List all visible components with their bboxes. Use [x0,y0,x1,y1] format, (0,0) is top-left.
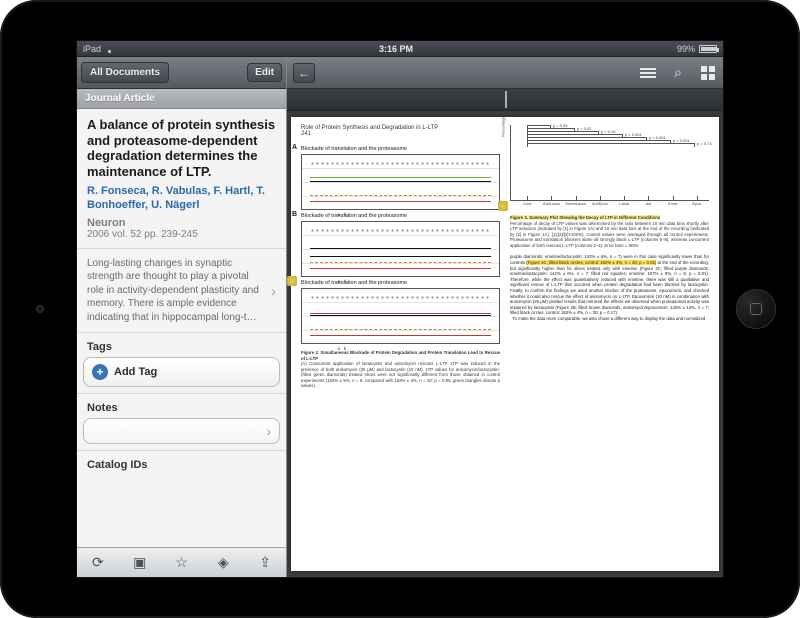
notes-field[interactable]: › [83,418,280,444]
add-tag-label: Add Tag [114,366,157,378]
side-panel-toolbar: All Documents Edit [77,57,286,89]
battery-percent: 99% [677,44,695,54]
app: All Documents Edit Journal Article A bal… [77,57,723,577]
star-icon[interactable]: ☆ [172,554,190,572]
all-documents-button[interactable]: All Documents [81,62,169,83]
panel-label: A [292,144,297,151]
body-text: purple diamonds; emetine/lactacystin: 14… [510,254,709,321]
refresh-icon[interactable]: ⟳ [89,554,107,572]
annotation-icon[interactable] [287,276,297,286]
page-left-column: Role of Protein Synthesis and Degradatio… [301,125,500,567]
edit-button[interactable]: Edit [247,63,282,82]
page-area[interactable]: Role of Protein Synthesis and Degradatio… [287,111,723,577]
side-panel: All Documents Edit Journal Article A bal… [77,57,287,577]
annotation-icon[interactable] [498,201,508,211]
tags-label: Tags [77,333,286,357]
panel-title: Blockade of translation and the proteaso… [301,213,500,219]
panel-title: Blockade of translation and the proteaso… [301,146,500,152]
viewer-toolbar: ← ⌕ [287,57,723,89]
pdf-page: Role of Protein Synthesis and Degradatio… [291,117,719,571]
chevron-right-icon: › [266,423,271,439]
back-button[interactable]: ← [293,63,315,83]
battery-icon [699,45,717,53]
figure-3-barchart: Percentage decay of LTP values p = 0.93p… [510,125,709,201]
tag-icon[interactable]: ◈ [214,554,232,572]
share-icon[interactable]: ⇪ [256,554,274,572]
figure-3-caption: Figure 3. Summary Plot Showing the Decay… [510,215,709,248]
highlighted-text: (Figure 2C, filled black circles; contro… [526,260,656,265]
grid-icon[interactable] [699,66,717,80]
timecourse-plot: a b [301,288,500,344]
figure-2-caption: Figure 2. Simultaneous Blockade of Prote… [301,350,500,389]
wifi-icon [105,45,115,53]
timecourse-plot: a b [301,221,500,277]
article-authors[interactable]: R. Fonseca, R. Vabulas, F. Hartl, T. Bon… [87,185,276,213]
notes-label: Notes [77,394,286,418]
screen: iPad 3:16 PM 99% All Documents Edit Jour… [76,40,724,578]
item-type-label: Journal Article [77,89,286,109]
article-journal: Neuron [87,217,276,229]
abstract-row[interactable]: Long-lasting changes in synaptic strengt… [77,249,286,334]
list-icon[interactable] [639,66,657,80]
folder-icon[interactable]: ▣ [131,554,149,572]
abstract-text: Long-lasting changes in synaptic strengt… [87,257,267,325]
page-right-column: Percentage decay of LTP values p = 0.93p… [510,125,709,567]
side-panel-bottom-toolbar: ⟳ ▣ ☆ ◈ ⇪ [77,547,286,577]
plus-icon: + [92,364,108,380]
panel-title: Blockade of translation and the proteaso… [301,280,500,286]
add-tag-button[interactable]: + Add Tag [83,357,280,387]
panel-label: B [292,211,297,218]
front-camera [36,305,44,313]
clock: 3:16 PM [115,44,677,54]
status-bar: iPad 3:16 PM 99% [77,41,723,57]
search-icon[interactable]: ⌕ [669,66,687,80]
article-title: A balance of protein synthesis and prote… [87,117,276,179]
device-label: iPad [83,44,101,54]
article-volume: 2006 vol. 52 pp. 239-245 [87,229,276,240]
home-button[interactable] [736,289,776,329]
ipad-frame: iPad 3:16 PM 99% All Documents Edit Jour… [0,0,800,618]
page-thumbnails[interactable] [287,89,723,111]
pdf-viewer: ← ⌕ Role of Protein Synthesis and Degrad… [287,57,723,577]
timecourse-plot: a b [301,154,500,210]
catalog-ids-label: Catalog IDs [77,451,286,475]
chevron-right-icon: › [271,283,276,299]
article-meta: A balance of protein synthesis and prote… [77,109,286,249]
